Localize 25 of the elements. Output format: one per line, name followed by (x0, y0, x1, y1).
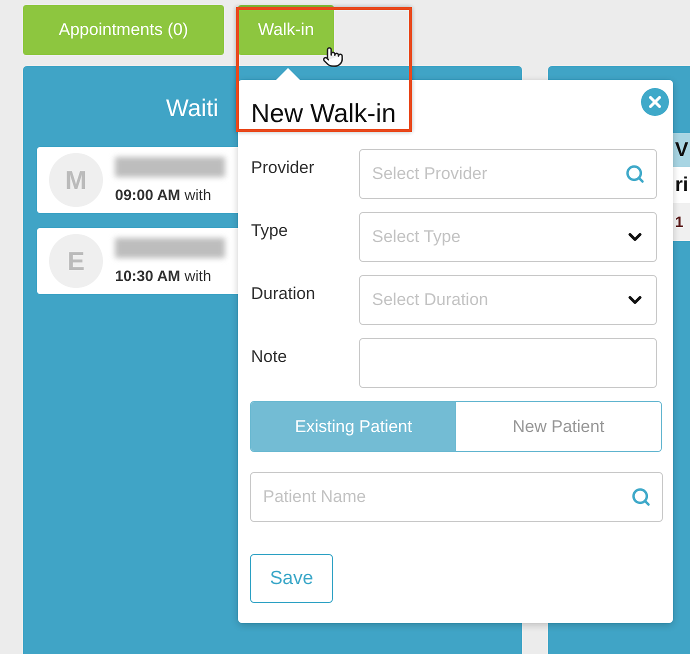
patient-type-tab[interactable]: Existing Patient (251, 402, 456, 451)
field-label: Note (251, 346, 288, 367)
hand-cursor-icon (322, 46, 344, 68)
select-field[interactable]: Select Type (359, 212, 657, 262)
field-label: Provider (251, 157, 316, 178)
appointment-time: 10:30 AM with (115, 268, 212, 284)
field-label: Duration (251, 283, 316, 304)
tab-button[interactable]: Appointments (0) (23, 5, 224, 55)
select-field[interactable]: Select Duration (359, 275, 657, 325)
save-button[interactable]: Save (250, 554, 333, 603)
input-field[interactable] (359, 338, 657, 388)
close-button[interactable] (641, 88, 669, 116)
popup-title: New Walk-in (251, 98, 396, 128)
card-subheading: ri (675, 174, 688, 196)
search-icon[interactable] (631, 487, 651, 507)
field-label: Type (251, 220, 289, 241)
card-heading: V (675, 138, 688, 162)
close-icon (646, 93, 664, 111)
appointment-time: 09:00 AM with (115, 186, 212, 204)
panel-title: Waiti (166, 94, 218, 124)
search-field[interactable]: Select Provider (359, 149, 657, 199)
tab-button[interactable]: Walk-in (238, 5, 334, 55)
card-count: 1 (675, 214, 684, 230)
search-icon[interactable] (625, 164, 645, 184)
search-field[interactable]: Patient Name (250, 472, 663, 522)
